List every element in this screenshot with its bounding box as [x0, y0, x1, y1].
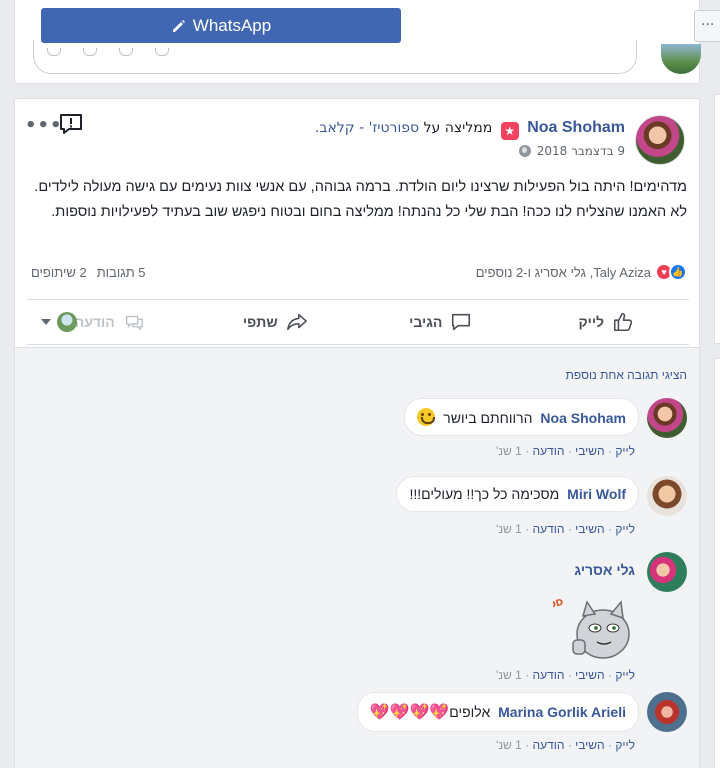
sticker-text: GOOD!: [553, 598, 565, 617]
comment-text: הרווחתם ביושר: [443, 410, 533, 426]
comment-item: Noa Shoham הרווחתם ביושר לייק · השיבי · …: [25, 398, 687, 468]
comment-composer[interactable]: [33, 40, 637, 74]
comment-like-link[interactable]: לייק: [615, 668, 635, 682]
comments-section: הציגי תגובה אחת נוספת Noa Shoham הרווחתם…: [15, 347, 699, 768]
shares-count[interactable]: 2 שיתופים: [31, 265, 87, 280]
comment-reply-link[interactable]: השיבי: [575, 738, 605, 752]
sticker-icon[interactable]: [155, 48, 169, 56]
post-date[interactable]: 9 בדצמבר 2018: [537, 144, 625, 158]
comment-reply-link[interactable]: השיבי: [575, 668, 605, 682]
good-cat-sticker[interactable]: GOOD!: [553, 588, 639, 664]
composer-icons: [47, 48, 169, 56]
side-panel: [714, 358, 720, 768]
pencil-icon: [172, 19, 185, 32]
post-header: Noa Shoham ★ ממליצה על ספורטיז' - קלאב. …: [15, 99, 699, 169]
share-icon: [286, 313, 307, 331]
chevron-down-icon: [41, 319, 51, 325]
gif-icon[interactable]: [119, 48, 133, 56]
globe-icon: [518, 145, 531, 157]
comment-item: גלי אסריג GOOD! לייק · השיבי · הודעה · 1…: [25, 552, 687, 682]
engagement-counts: 5 תגובות 2 שיתופים: [31, 265, 146, 280]
comment-bubble: Noa Shoham הרווחתם ביושר: [404, 398, 639, 436]
previous-post-card: WhatsApp: [14, 0, 701, 84]
avatar: [661, 44, 701, 74]
post-actions: לייק הגיבי שתפי הודעה: [27, 299, 689, 345]
commenter-avatar[interactable]: [647, 398, 687, 438]
like-button[interactable]: לייק: [524, 300, 690, 344]
recommends-text: ממליצה על: [423, 120, 493, 136]
whatsapp-label: WhatsApp: [192, 15, 272, 35]
emoji-icon[interactable]: [47, 48, 61, 56]
commenter-name[interactable]: Noa Shoham: [540, 410, 626, 426]
comment-like-link[interactable]: לייק: [615, 444, 635, 458]
author-avatar[interactable]: [635, 115, 685, 165]
sparkling-heart-emoji-icon: 💖💖💖💖: [369, 704, 450, 721]
camera-icon[interactable]: [83, 48, 97, 56]
post-stats: 👍 ♥ Taly Aziza, גלי אסריג ו-2 נוספים 5 ת…: [15, 259, 699, 285]
comment-message-link[interactable]: הודעה: [532, 522, 564, 536]
comment-button[interactable]: הגיבי: [358, 300, 524, 344]
comments-count[interactable]: 5 תגובות: [97, 265, 146, 280]
comment-reply-link[interactable]: השיבי: [575, 522, 605, 536]
commenter-avatar[interactable]: [647, 552, 687, 592]
post-card: Noa Shoham ★ ממליצה על ספורטיז' - קלאב. …: [14, 98, 700, 768]
comment-like-link[interactable]: לייק: [615, 522, 635, 536]
comment-actions: לייק · השיבי · הודעה · 1 שנ': [496, 738, 635, 752]
reactions-summary[interactable]: 👍 ♥ Taly Aziza, גלי אסריג ו-2 נוספים: [476, 263, 687, 281]
comment-icon: [452, 313, 471, 331]
like-label: לייק: [578, 314, 605, 330]
commenter-avatar[interactable]: [647, 476, 687, 516]
show-more-replies-link[interactable]: הציגי תגובה אחת נוספת: [566, 368, 687, 382]
avatar: [57, 312, 77, 332]
side-panel: [714, 94, 720, 344]
comment-text: אלופים: [449, 704, 491, 720]
reactions-names[interactable]: Taly Aziza, גלי אסריג ו-2 נוספים: [476, 265, 651, 280]
post-title-line: Noa Shoham ★ ממליצה על ספורטיז' - קלאב.: [315, 119, 625, 140]
comment-time[interactable]: 1 שנ': [496, 522, 522, 536]
whatsapp-button[interactable]: WhatsApp: [41, 8, 401, 43]
recommend-icon: ★: [500, 122, 519, 140]
recommended-page-link[interactable]: ספורטיז' - קלאב.: [315, 120, 419, 136]
comment-item: Miri Wolf מסכימה כל כך!! מעולים!!! לייק …: [25, 476, 687, 546]
post-options-icon[interactable]: •••: [25, 115, 63, 136]
comment-message-link[interactable]: הודעה: [532, 444, 564, 458]
smile-emoji-icon: [417, 408, 436, 426]
comment-time[interactable]: 1 שנ': [496, 444, 522, 458]
comment-actions: לייק · השיבי · הודעה · 1 שנ': [496, 668, 635, 682]
comment-time[interactable]: 1 שנ': [496, 668, 522, 682]
comment-label: הגיבי: [409, 314, 443, 330]
comment-message-link[interactable]: הודעה: [532, 738, 564, 752]
comment-item: Marina Gorlik Arieli אלופים💖💖💖💖 לייק · ה…: [25, 692, 687, 762]
comment-message-link[interactable]: הודעה: [532, 668, 564, 682]
like-reaction-icon: 👍: [669, 263, 687, 281]
commenter-avatar[interactable]: [647, 692, 687, 732]
comment-like-link[interactable]: לייק: [615, 738, 635, 752]
report-icon[interactable]: [59, 113, 83, 135]
share-label: שתפי: [242, 314, 278, 330]
commenter-name[interactable]: Marina Gorlik Arieli: [498, 704, 626, 720]
comment-bubble: Miri Wolf מסכימה כל כך!! מעולים!!!: [396, 476, 639, 512]
post-body: מדהימים! היתה בול הפעילות שרצינו ליום הו…: [34, 179, 687, 220]
comment-time[interactable]: 1 שנ': [496, 738, 522, 752]
audience-selector[interactable]: [27, 300, 87, 344]
comment-bubble: Marina Gorlik Arieli אלופים💖💖💖💖: [356, 692, 639, 732]
more-options-button[interactable]: ···: [694, 10, 720, 42]
post-meta: 9 בדצמבר 2018: [518, 144, 625, 158]
comment-text: מסכימה כל כך!! מעולים!!!: [409, 486, 560, 502]
share-button[interactable]: שתפי: [193, 300, 359, 344]
commenter-name[interactable]: Miri Wolf: [567, 486, 626, 502]
author-name[interactable]: Noa Shoham: [527, 119, 625, 136]
thumbs-up-icon: [614, 312, 633, 332]
messenger-icon: [125, 315, 143, 331]
comment-reply-link[interactable]: השיבי: [575, 444, 605, 458]
comment-actions: לייק · השיבי · הודעה · 1 שנ': [496, 444, 635, 458]
comment-actions: לייק · השיבי · הודעה · 1 שנ': [496, 522, 635, 536]
commenter-name[interactable]: גלי אסריג: [574, 562, 635, 578]
